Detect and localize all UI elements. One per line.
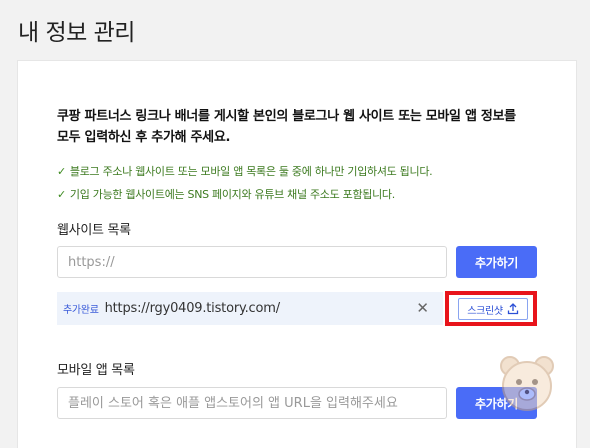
info-card: 쿠팡 파트너스 링크나 배너를 게시할 본인의 블로그나 웹 사이트 또는 모바… xyxy=(17,60,577,448)
screenshot-label: 스크린샷 xyxy=(467,305,503,317)
website-entry-row: 추가완료 https://rgy0409.tistory.com/ ✕ xyxy=(57,292,443,325)
mobile-app-url-input[interactable] xyxy=(57,387,447,419)
intro-line-1: 쿠팡 파트너스 링크나 배너를 게시할 본인의 블로그나 웹 사이트 또는 모바… xyxy=(57,109,516,124)
notice-1-text: 블로그 주소나 웹사이트 또는 모바일 앱 목록은 둘 중에 하나만 기입하셔도… xyxy=(69,165,433,178)
check-icon: ✓ xyxy=(57,165,66,178)
add-website-button[interactable]: 추가하기 xyxy=(456,246,537,278)
close-icon[interactable]: ✕ xyxy=(416,299,429,317)
mobile-app-list-label: 모바일 앱 목록 xyxy=(57,363,135,378)
upload-icon xyxy=(507,303,518,315)
website-list-label: 웹사이트 목록 xyxy=(57,223,131,238)
screenshot-button[interactable]: 스크린샷 xyxy=(458,298,528,320)
notice-2: ✓ 기입 가능한 웹사이트에는 SNS 페이지와 유튜브 채널 주소도 포함됩니다… xyxy=(57,186,395,202)
website-url: https://rgy0409.tistory.com/ xyxy=(104,301,280,316)
intro-line-2: 모두 입력하신 후 추가해 주세요. xyxy=(57,130,231,145)
notice-1: ✓ 블로그 주소나 웹사이트 또는 모바일 앱 목록은 둘 중에 하나만 기입하셔… xyxy=(57,163,433,179)
page-title: 내 정보 관리 xyxy=(18,20,135,46)
bear-mascot-icon xyxy=(500,356,554,411)
intro-text: 쿠팡 파트너스 링크나 배너를 게시할 본인의 블로그나 웹 사이트 또는 모바… xyxy=(57,106,537,148)
website-url-input[interactable] xyxy=(57,246,447,278)
notice-2-text: 기입 가능한 웹사이트에는 SNS 페이지와 유튜브 채널 주소도 포함됩니다. xyxy=(69,188,395,201)
check-icon: ✓ xyxy=(57,188,66,201)
added-badge: 추가완료 xyxy=(63,305,99,316)
